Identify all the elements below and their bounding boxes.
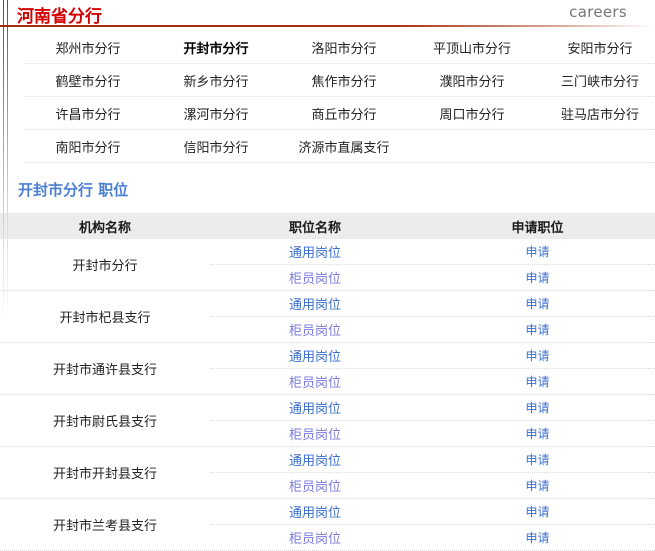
branch-link[interactable]: 许昌市分行 xyxy=(24,104,152,123)
org-name: 开封市杞县支行 xyxy=(59,311,151,326)
position-list: 通用岗位 申请 柜员岗位 申请 xyxy=(210,447,655,498)
table-row: 开封市尉氏县支行 通用岗位 申请 柜员岗位 申请 xyxy=(0,395,655,447)
apply-link[interactable]: 申请 xyxy=(420,425,655,442)
apply-link[interactable]: 申请 xyxy=(420,451,655,468)
position-row: 通用岗位 申请 xyxy=(210,499,655,524)
branch-link[interactable]: 安阳市分行 xyxy=(536,38,655,57)
table-row: 开封市开封县支行 通用岗位 申请 柜员岗位 申请 xyxy=(0,447,655,499)
branch-link[interactable]: 三门峡市分行 xyxy=(536,71,655,90)
jobs-table-header: 机构名称 职位名称 申请职位 xyxy=(0,213,655,239)
positions-section-title: 开封市分行 职位 xyxy=(18,181,129,199)
table-row: 开封市通许县支行 通用岗位 申请 柜员岗位 申请 xyxy=(0,343,655,395)
branch-link[interactable]: 濮阳市分行 xyxy=(408,71,536,90)
branch-link[interactable]: 济源市直属支行 xyxy=(280,137,408,156)
branch-link[interactable]: 信阳市分行 xyxy=(152,137,280,156)
branch-link[interactable]: 新乡市分行 xyxy=(152,71,280,90)
jobs-table-body: 开封市分行 通用岗位 申请 柜员岗位 申请 开封市杞县支行 通用岗位 申请 柜员岗位 申请 开封市通… xyxy=(0,239,655,551)
branch-link[interactable]: 驻马店市分行 xyxy=(536,104,655,123)
position-row: 通用岗位 申请 xyxy=(210,291,655,316)
position-list: 通用岗位 申请 柜员岗位 申请 xyxy=(210,291,655,342)
position-row: 柜员岗位 申请 xyxy=(210,472,655,498)
table-row: 开封市兰考县支行 通用岗位 申请 柜员岗位 申请 xyxy=(0,499,655,551)
branch-link[interactable]: 郑州市分行 xyxy=(24,38,152,57)
org-name: 开封市兰考县支行 xyxy=(52,519,157,534)
header-divider xyxy=(0,25,655,27)
position-row: 柜员岗位 申请 xyxy=(210,264,655,290)
position-row: 通用岗位 申请 xyxy=(210,447,655,472)
branch-link[interactable]: 开封市分行 xyxy=(152,38,280,57)
apply-link[interactable]: 申请 xyxy=(420,477,655,494)
branch-link[interactable]: 漯河市分行 xyxy=(152,104,280,123)
position-link[interactable]: 柜员岗位 xyxy=(210,528,420,547)
position-link[interactable]: 柜员岗位 xyxy=(210,320,420,339)
org-name: 开封市通许县支行 xyxy=(52,363,157,378)
position-row: 通用岗位 申请 xyxy=(210,343,655,368)
position-row: 柜员岗位 申请 xyxy=(210,524,655,550)
branch-link[interactable]: 周口市分行 xyxy=(408,104,536,123)
apply-link[interactable]: 申请 xyxy=(420,373,655,390)
careers-label: careers xyxy=(569,3,627,21)
position-list: 通用岗位 申请 柜员岗位 申请 xyxy=(210,343,655,394)
branch-row: 郑州市分行 开封市分行 洛阳市分行 平顶山市分行 安阳市分行 xyxy=(24,31,655,64)
position-row: 柜员岗位 申请 xyxy=(210,420,655,446)
column-header-org: 机构名称 xyxy=(78,220,131,236)
table-row: 开封市杞县支行 通用岗位 申请 柜员岗位 申请 xyxy=(0,291,655,343)
apply-link[interactable]: 申请 xyxy=(420,243,655,260)
position-row: 柜员岗位 申请 xyxy=(210,368,655,394)
position-link[interactable]: 通用岗位 xyxy=(210,294,420,313)
position-row: 通用岗位 申请 xyxy=(210,239,655,264)
position-row: 柜员岗位 申请 xyxy=(210,316,655,342)
branch-link[interactable]: 鹤壁市分行 xyxy=(24,71,152,90)
org-name: 开封市开封县支行 xyxy=(52,467,157,482)
position-list: 通用岗位 申请 柜员岗位 申请 xyxy=(210,239,655,290)
position-link[interactable]: 通用岗位 xyxy=(210,450,420,469)
apply-link[interactable]: 申请 xyxy=(420,295,655,312)
position-link[interactable]: 柜员岗位 xyxy=(210,476,420,495)
branch-link[interactable]: 洛阳市分行 xyxy=(280,38,408,57)
column-header-apply: 申请职位 xyxy=(511,220,564,236)
apply-link[interactable]: 申请 xyxy=(420,321,655,338)
apply-link[interactable]: 申请 xyxy=(420,399,655,416)
position-link[interactable]: 通用岗位 xyxy=(210,346,420,365)
page-title: 河南省分行 xyxy=(17,7,102,27)
position-link[interactable]: 柜员岗位 xyxy=(210,424,420,443)
org-name: 开封市分行 xyxy=(72,259,138,274)
jobs-table: 机构名称 职位名称 申请职位 开封市分行 通用岗位 申请 柜员岗位 申请 开封市杞县支行通… xyxy=(0,213,655,551)
position-link[interactable]: 通用岗位 xyxy=(210,502,420,521)
apply-link[interactable]: 申请 xyxy=(420,269,655,286)
position-link[interactable]: 通用岗位 xyxy=(210,242,420,261)
position-list: 通用岗位 申请 柜员岗位 申请 xyxy=(210,395,655,446)
org-name: 开封市尉氏县支行 xyxy=(52,415,157,430)
position-row: 通用岗位 申请 xyxy=(210,395,655,420)
branch-row: 鹤壁市分行 新乡市分行 焦作市分行 濮阳市分行 三门峡市分行 xyxy=(24,64,655,97)
site-header: 河南省分行 careers xyxy=(0,0,655,27)
branch-list: 郑州市分行 开封市分行 洛阳市分行 平顶山市分行 安阳市分行 鹤壁市分行 新乡市分行 焦作市分… xyxy=(12,31,655,163)
branch-link[interactable]: 商丘市分行 xyxy=(280,104,408,123)
apply-link[interactable]: 申请 xyxy=(420,529,655,546)
position-link[interactable]: 柜员岗位 xyxy=(210,372,420,391)
branch-link[interactable]: 平顶山市分行 xyxy=(408,38,536,57)
branch-link[interactable]: 南阳市分行 xyxy=(24,137,152,156)
table-row: 开封市分行 通用岗位 申请 柜员岗位 申请 xyxy=(0,239,655,291)
apply-link[interactable]: 申请 xyxy=(420,503,655,520)
position-list: 通用岗位 申请 柜员岗位 申请 xyxy=(210,499,655,550)
apply-link[interactable]: 申请 xyxy=(420,347,655,364)
branch-link[interactable]: 焦作市分行 xyxy=(280,71,408,90)
column-header-position: 职位名称 xyxy=(288,220,341,236)
branch-row: 南阳市分行 信阳市分行 济源市直属支行 xyxy=(24,130,655,163)
position-link[interactable]: 通用岗位 xyxy=(210,398,420,417)
position-link[interactable]: 柜员岗位 xyxy=(210,268,420,287)
branch-row: 许昌市分行 漯河市分行 商丘市分行 周口市分行 驻马店市分行 xyxy=(24,97,655,130)
